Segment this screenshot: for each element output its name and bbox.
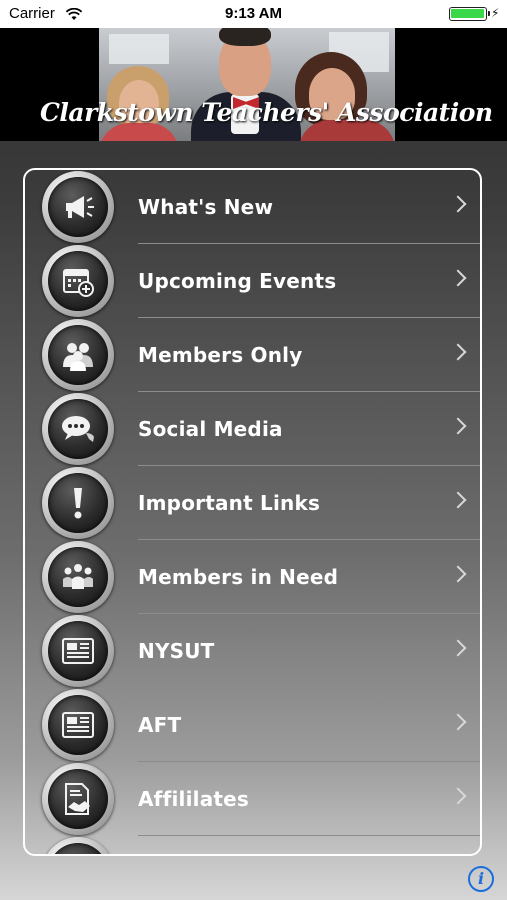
group-support-icon	[63, 564, 93, 589]
menu-item-partial[interactable]	[25, 836, 480, 856]
menu-item-label: Affililates	[138, 787, 250, 811]
calendar-add-icon	[63, 269, 94, 297]
menu-item-aft[interactable]: AFT	[25, 688, 480, 762]
exclamation-icon	[74, 488, 82, 519]
chevron-right-icon	[449, 565, 467, 583]
chevron-right-icon	[449, 713, 467, 731]
menu-item-label: Upcoming Events	[138, 269, 337, 293]
partial-icon	[60, 855, 96, 856]
chat-bubbles-icon	[62, 416, 94, 442]
menu-item-upcoming-events[interactable]: Upcoming Events	[25, 244, 480, 318]
menu-item-nysut[interactable]: NYSUT	[25, 614, 480, 688]
chevron-right-icon	[449, 491, 467, 509]
header-banner: Clarkstown Teachers' Association	[0, 28, 507, 141]
chevron-right-icon	[449, 343, 467, 361]
menu-item-label: NYSUT	[138, 639, 215, 663]
menu-item-label: Social Media	[138, 417, 283, 441]
chevron-right-icon	[449, 195, 467, 213]
menu-item-label: Important Links	[138, 491, 321, 515]
menu-item-label: Members Only	[138, 343, 303, 367]
menu-item-members-only[interactable]: Members Only	[25, 318, 480, 392]
status-bar: Carrier 9:13 AM ⚡	[0, 0, 507, 28]
menu-item-label: AFT	[138, 713, 182, 737]
clock: 9:13 AM	[225, 5, 282, 22]
battery-icon: ⚡	[449, 6, 500, 21]
chevron-right-icon	[449, 417, 467, 435]
chevron-right-icon	[449, 269, 467, 287]
members-icon	[63, 343, 93, 371]
document-handshake-icon	[65, 783, 90, 815]
app-title: Clarkstown Teachers' Association	[40, 98, 493, 127]
menu-item-members-in-need[interactable]: Members in Need	[25, 540, 480, 614]
megaphone-icon	[66, 196, 94, 218]
chevron-right-icon	[449, 639, 467, 657]
info-button[interactable]: i	[468, 866, 494, 892]
info-icon: i	[477, 869, 485, 888]
chevron-right-icon	[449, 787, 467, 805]
newspaper-icon	[62, 638, 94, 664]
menu-item-important-links[interactable]: Important Links	[25, 466, 480, 540]
newspaper-icon	[62, 712, 94, 738]
menu-item-label: Members in Need	[138, 565, 339, 589]
menu-item-affililates[interactable]: Affililates	[25, 762, 480, 836]
menu-item-whats-new[interactable]: What's New	[25, 170, 480, 244]
menu-item-social-media[interactable]: Social Media	[25, 392, 480, 466]
charging-bolt-icon: ⚡	[491, 6, 500, 20]
menu-item-label: What's New	[138, 195, 274, 219]
main-menu: What's New Upcoming Events Members Only …	[23, 168, 482, 856]
